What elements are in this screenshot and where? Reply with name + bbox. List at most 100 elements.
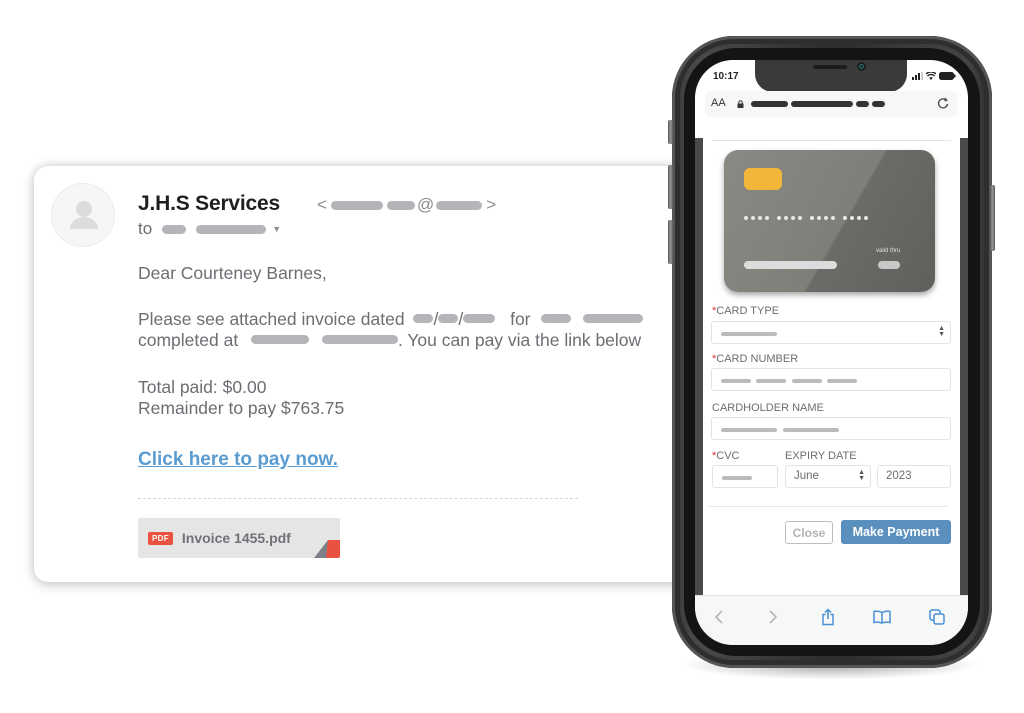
redacted-value	[756, 379, 786, 383]
select-arrows-icon: ▲ ▼	[938, 325, 945, 338]
body-text: for	[510, 309, 531, 329]
expiry-month-value: June	[794, 470, 819, 482]
redacted-text	[196, 224, 267, 234]
person-icon	[70, 201, 98, 229]
signal-icon	[912, 72, 923, 80]
forward-button[interactable]	[762, 606, 784, 628]
browser-toolbar	[695, 595, 968, 645]
expiry-month-select[interactable]: June ▲ ▼	[785, 465, 871, 488]
body-line-2: completed at . You can pay via the link …	[138, 330, 641, 351]
redacted-text	[540, 314, 571, 324]
power-button	[990, 185, 995, 251]
share-button[interactable]	[817, 606, 839, 628]
reload-icon[interactable]	[936, 96, 950, 110]
label-text: CARD TYPE	[716, 305, 780, 317]
cardholder-name-input[interactable]	[711, 417, 951, 440]
recipients-line: to ▼	[138, 219, 281, 239]
sender-name: J.H.S Services	[138, 192, 280, 215]
body-line-1: Please see attached invoice dated / / for	[138, 309, 644, 330]
redacted-url	[872, 101, 885, 107]
camera-icon	[857, 62, 866, 71]
form-divider	[709, 506, 948, 507]
speaker	[813, 65, 847, 69]
volume-up-button	[668, 165, 673, 209]
mute-switch	[668, 120, 673, 144]
phone-screen: 10:17 AA valid thru *CARD TYPE ▲ ▼ *CARD…	[695, 60, 968, 645]
sender-email-open: <	[317, 195, 327, 214]
card-number-input[interactable]	[711, 368, 951, 391]
card-number-mask	[744, 216, 868, 220]
page-edge-left	[695, 138, 703, 596]
sender-avatar	[51, 183, 115, 247]
pay-now-link[interactable]: Click here to pay now.	[138, 449, 338, 471]
redacted-text	[583, 314, 644, 324]
recipients-dropdown-icon[interactable]: ▼	[272, 224, 281, 234]
redacted-value	[792, 379, 822, 383]
expiry-year-value: 2023	[886, 470, 912, 482]
card-type-label: *CARD TYPE	[712, 305, 779, 317]
battery-icon	[939, 72, 956, 80]
page-divider	[712, 140, 951, 141]
status-icons	[912, 72, 956, 80]
redacted-value	[783, 428, 839, 432]
redacted-url	[856, 101, 869, 107]
tabs-button[interactable]	[926, 606, 948, 628]
sender-email-at: @	[416, 195, 435, 214]
sender-email-close: >	[486, 195, 497, 214]
redacted-text	[386, 200, 415, 210]
sender-email: < @ >	[317, 195, 496, 215]
card-holder-placeholder	[744, 261, 837, 269]
credit-card-preview: valid thru	[724, 150, 935, 292]
bookmarks-icon	[873, 610, 891, 624]
close-button[interactable]: Close	[785, 521, 833, 544]
redacted-text	[438, 314, 459, 324]
total-paid: Total paid: $0.00	[138, 377, 267, 397]
to-label: to	[138, 219, 153, 238]
redacted-text	[162, 224, 187, 234]
redacted-value	[827, 379, 857, 383]
redacted-value	[721, 428, 777, 432]
forward-icon	[769, 610, 778, 624]
tabs-icon	[929, 609, 945, 625]
address-bar[interactable]: AA	[705, 91, 958, 117]
phone-notch	[755, 60, 907, 92]
expiry-year-input[interactable]: 2023	[877, 465, 951, 488]
text-size-label: AA	[711, 97, 726, 109]
divider	[138, 498, 578, 499]
make-payment-button[interactable]: Make Payment	[841, 520, 951, 544]
redacted-text	[330, 200, 383, 210]
cvc-label: *CVC	[712, 450, 740, 462]
cvc-input[interactable]	[712, 465, 778, 488]
back-icon	[714, 610, 723, 624]
card-number-label: *CARD NUMBER	[712, 353, 798, 365]
volume-down-button	[668, 220, 673, 264]
body-text: Please see attached invoice dated	[138, 309, 405, 329]
wifi-icon	[926, 72, 936, 80]
label-text: CVC	[716, 450, 740, 462]
cardholder-name-label: CARDHOLDER NAME	[712, 402, 824, 414]
card-type-select[interactable]: ▲ ▼	[711, 321, 951, 344]
redacted-text	[321, 335, 398, 345]
body-text: completed at	[138, 330, 239, 350]
redacted-text	[413, 314, 434, 324]
text-size-button[interactable]: AA	[711, 97, 726, 109]
status-time: 10:17	[713, 71, 739, 82]
redacted-url	[751, 101, 788, 107]
page-edge-right	[960, 138, 968, 596]
greeting: Dear Courteney Barnes,	[138, 263, 327, 283]
pdf-icon: PDF	[148, 531, 173, 545]
expiry-date-label: EXPIRY DATE	[785, 450, 857, 462]
remainder-to-pay: Remainder to pay $763.75	[138, 398, 345, 418]
url-field[interactable]	[737, 100, 885, 108]
body-text: . You can pay via the link below	[397, 330, 642, 350]
valid-thru-placeholder	[878, 261, 900, 269]
redacted-text	[251, 335, 310, 345]
bookmarks-button[interactable]	[871, 606, 893, 628]
redacted-text	[463, 314, 496, 324]
attachment-invoice[interactable]: PDF Invoice 1455.pdf	[138, 518, 340, 558]
back-button[interactable]	[708, 606, 730, 628]
valid-thru-label: valid thru	[876, 248, 901, 254]
attachment-filename: Invoice 1455.pdf	[181, 530, 291, 546]
redacted-value	[721, 379, 751, 383]
redacted-url	[791, 101, 853, 107]
